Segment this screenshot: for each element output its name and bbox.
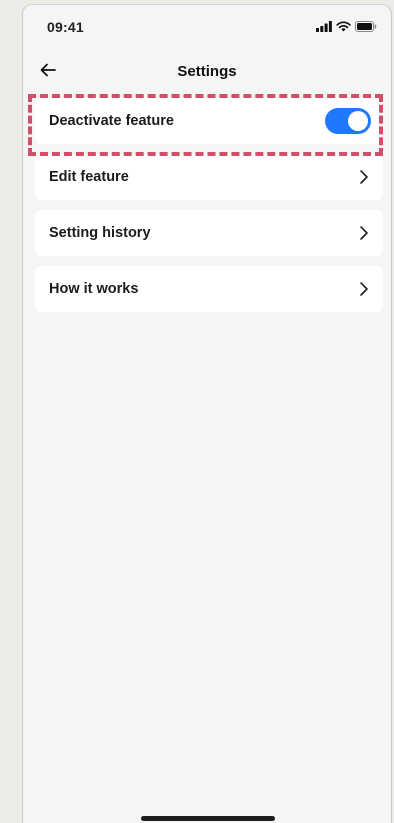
chevron-right-icon <box>357 225 371 241</box>
home-indicator <box>141 816 275 821</box>
chevron-right-icon <box>357 281 371 297</box>
deactivate-feature-toggle[interactable] <box>325 108 371 134</box>
settings-row-setting-history[interactable]: Setting history <box>35 210 383 256</box>
status-icons <box>316 19 377 37</box>
nav-bar: Settings <box>23 53 391 93</box>
status-bar: 09:41 <box>23 5 391 53</box>
page-title: Settings <box>177 63 237 80</box>
row-label: Edit feature <box>49 169 129 185</box>
wifi-icon <box>336 19 351 37</box>
chevron-right-icon <box>357 169 371 185</box>
phone-screen: 09:41 Settings Deactivate feature Edit f… <box>22 4 392 823</box>
signal-icon <box>316 19 332 37</box>
row-label: Deactivate feature <box>49 113 174 129</box>
row-label: Setting history <box>49 225 151 241</box>
settings-row-deactivate-feature: Deactivate feature <box>35 98 383 144</box>
row-label: How it works <box>49 281 139 297</box>
battery-icon <box>355 19 377 37</box>
toggle-knob <box>348 111 368 131</box>
settings-row-how-it-works[interactable]: How it works <box>35 266 383 312</box>
settings-row-edit-feature[interactable]: Edit feature <box>35 154 383 200</box>
settings-list: Deactivate feature Edit feature Setting … <box>35 98 383 322</box>
status-time: 09:41 <box>47 19 84 35</box>
